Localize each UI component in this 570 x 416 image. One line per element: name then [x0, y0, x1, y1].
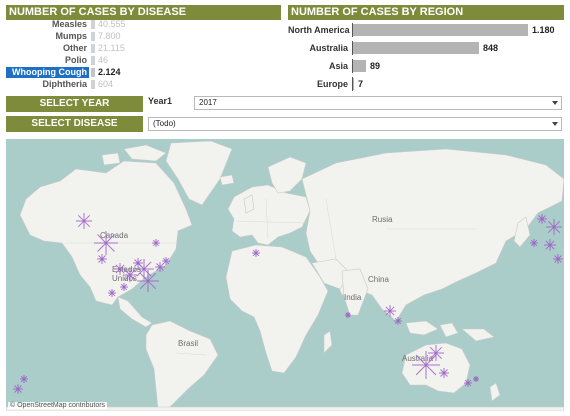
region-bar[interactable]: [353, 78, 354, 90]
disease-label[interactable]: Mumps: [6, 31, 89, 42]
disease-label[interactable]: Whooping Cough: [6, 67, 89, 78]
region-panel-title: NUMBER OF CASES BY REGION: [288, 5, 564, 20]
disease-row[interactable]: Whooping Cough 2.124: [6, 67, 176, 78]
region-value: 1.180: [532, 25, 555, 35]
case-marker[interactable]: [546, 219, 562, 235]
region-label: Europe: [316, 79, 348, 89]
case-markers: [13, 213, 563, 394]
case-marker[interactable]: [152, 239, 160, 247]
case-marker[interactable]: [439, 368, 449, 378]
disease-row[interactable]: Other 21.115: [6, 43, 176, 54]
disease-select-value: (Todo): [153, 119, 176, 128]
case-marker[interactable]: [13, 384, 23, 394]
case-marker[interactable]: [76, 213, 92, 229]
disease-label[interactable]: Other: [6, 43, 89, 54]
disease-value: 46: [98, 55, 109, 65]
region-bar[interactable]: [353, 42, 479, 54]
chevron-down-icon[interactable]: [552, 122, 558, 126]
region-row[interactable]: Australia 848: [288, 41, 568, 57]
disease-label[interactable]: Measles: [6, 19, 89, 30]
disease-row[interactable]: Mumps 7.800: [6, 31, 176, 42]
disease-row[interactable]: Measles 40.555: [6, 19, 176, 30]
region-value: 848: [483, 43, 499, 53]
disease-value: 40.555: [98, 19, 126, 29]
case-marker[interactable]: [345, 312, 351, 318]
region-label: Asia: [328, 61, 348, 71]
case-marker[interactable]: [384, 305, 396, 317]
year-caption: Year1: [148, 96, 173, 106]
case-marker[interactable]: [537, 214, 547, 224]
disease-bar: [91, 44, 95, 53]
case-marker[interactable]: [137, 270, 159, 292]
case-marker[interactable]: [20, 375, 28, 383]
region-label: Australia: [309, 43, 348, 53]
case-marker[interactable]: [133, 258, 143, 268]
case-marker[interactable]: [544, 239, 556, 251]
region-value: 89: [370, 61, 381, 71]
case-marker[interactable]: [553, 254, 563, 264]
case-marker[interactable]: [394, 317, 402, 325]
case-marker[interactable]: [114, 263, 126, 275]
disease-bar: [91, 80, 95, 89]
case-marker[interactable]: [530, 239, 538, 247]
disease-row[interactable]: Polio 46: [6, 55, 176, 66]
region-bar[interactable]: [353, 60, 366, 72]
disease-select[interactable]: (Todo): [148, 117, 562, 131]
case-marker[interactable]: [464, 379, 472, 387]
year-select[interactable]: 2017: [194, 96, 562, 110]
case-marker[interactable]: [94, 231, 118, 255]
disease-label[interactable]: Polio: [6, 55, 89, 66]
disease-bar: [91, 56, 95, 65]
disease-bar: [91, 68, 95, 77]
world-map[interactable]: Canada Estados Unidos Rusia China India …: [6, 139, 564, 411]
case-marker[interactable]: [428, 345, 444, 361]
region-row[interactable]: Asia 89: [288, 59, 568, 75]
disease-value: 21.115: [98, 43, 125, 53]
region-row[interactable]: North America 1.180: [288, 23, 568, 39]
case-marker[interactable]: [252, 249, 260, 257]
case-marker[interactable]: [412, 351, 440, 379]
year-select-value: 2017: [199, 98, 217, 107]
region-label: North America: [288, 25, 350, 35]
disease-value: 7.800: [98, 31, 121, 41]
case-marker[interactable]: [108, 289, 116, 297]
disease-panel-title: NUMBER OF CASES BY DISEASE: [6, 5, 281, 20]
region-bar[interactable]: [353, 24, 528, 36]
case-marker[interactable]: [162, 257, 170, 265]
case-marker[interactable]: [97, 254, 107, 264]
disease-bar: [91, 20, 95, 29]
map-credit: © OpenStreetMap contributors: [8, 402, 108, 409]
select-disease-button[interactable]: SELECT DISEASE: [6, 116, 143, 132]
disease-row[interactable]: Diphtheria 604: [6, 79, 176, 90]
disease-label[interactable]: Diphtheria: [6, 79, 89, 90]
case-marker[interactable]: [123, 268, 137, 282]
disease-value: 2.124: [98, 67, 121, 77]
region-row[interactable]: Europe 7: [288, 77, 568, 93]
disease-bar: [91, 32, 95, 41]
select-year-button[interactable]: SELECT YEAR: [6, 96, 143, 112]
chevron-down-icon[interactable]: [552, 101, 558, 105]
region-value: 7: [358, 79, 364, 89]
case-marker[interactable]: [473, 376, 479, 382]
case-marker[interactable]: [120, 283, 128, 291]
disease-value: 604: [98, 79, 114, 89]
